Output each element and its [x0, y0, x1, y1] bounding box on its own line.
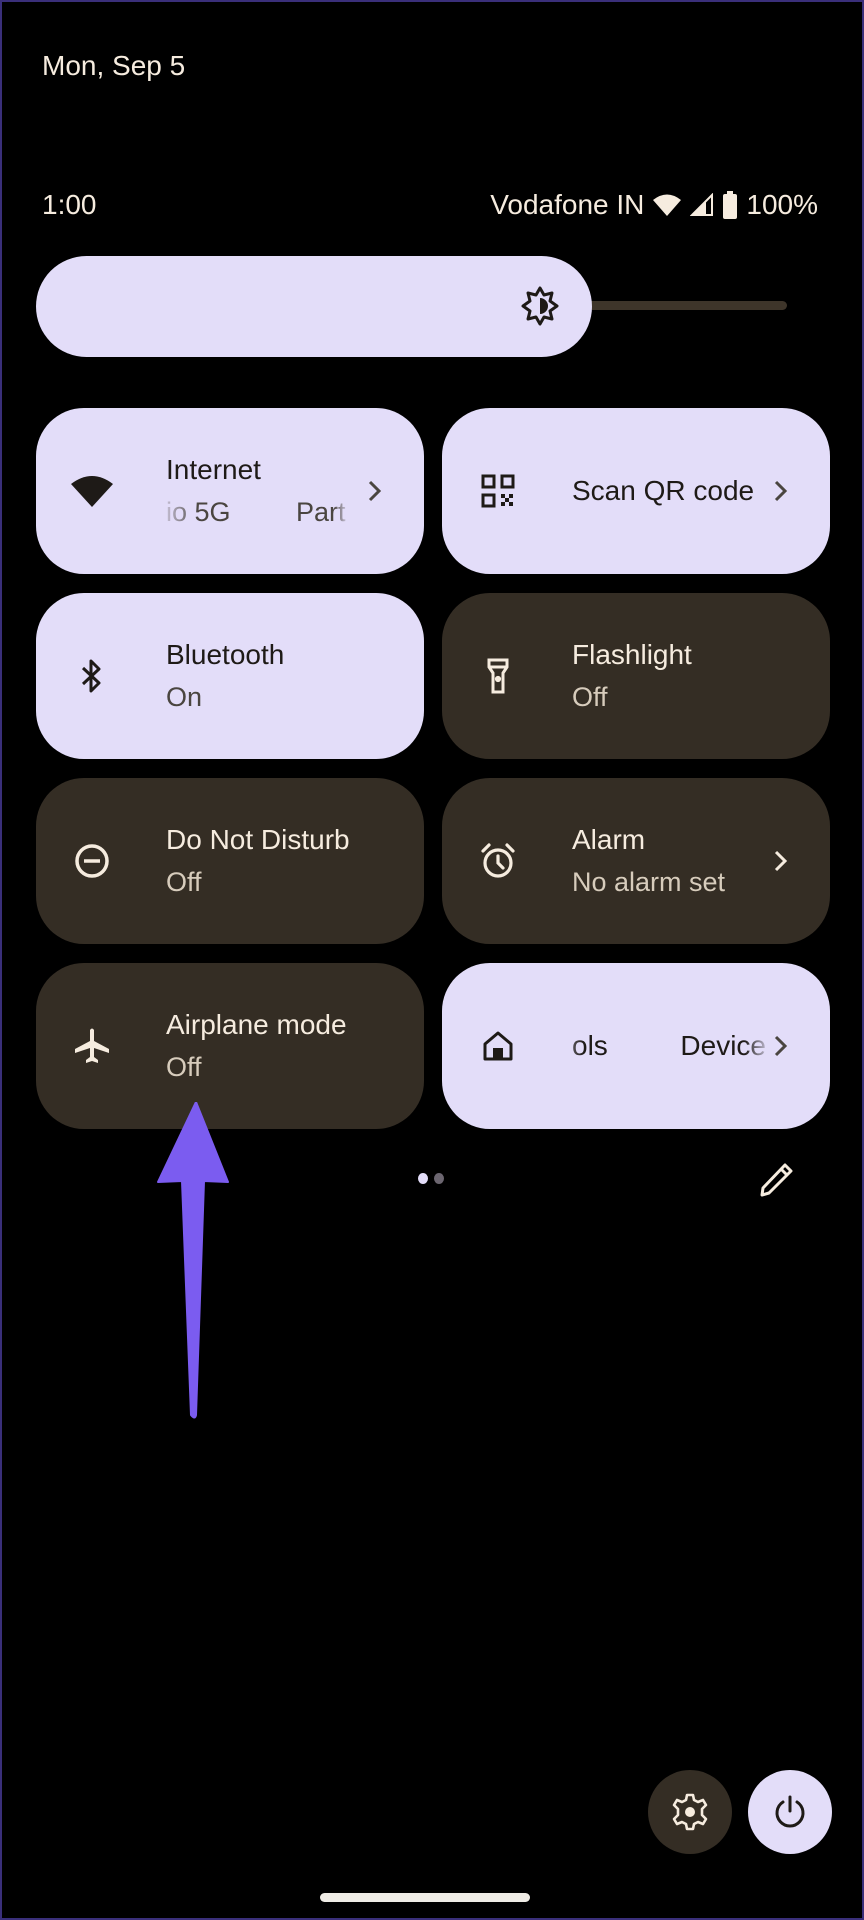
tile-title: Device: [680, 1030, 766, 1061]
wifi-icon: [652, 193, 682, 217]
annotation-arrow: [152, 1101, 232, 1422]
do-not-disturb-icon: [70, 839, 114, 883]
home-gesture-handle[interactable]: [320, 1893, 530, 1902]
tile-alarm[interactable]: Alarm No alarm set: [442, 778, 830, 944]
airplane-icon: [70, 1024, 114, 1068]
tile-title: Scan QR code: [572, 475, 755, 506]
home-icon: [476, 1024, 520, 1068]
tile-bluetooth[interactable]: Bluetooth On: [36, 593, 424, 759]
edit-button[interactable]: [758, 1162, 794, 1198]
tile-do-not-disturb[interactable]: Do Not Disturb Off: [36, 778, 424, 944]
page-dot-active: [418, 1173, 428, 1184]
brightness-slider[interactable]: [36, 256, 592, 357]
brightness-icon: [520, 286, 560, 326]
tile-scan-qr[interactable]: Scan QR code: [442, 408, 830, 574]
chevron-right-icon: [766, 846, 796, 876]
clock: 1:00: [42, 189, 97, 220]
pencil-icon: [760, 1163, 793, 1197]
power-icon: [775, 1795, 805, 1828]
tile-title: Bluetooth: [166, 639, 285, 670]
flashlight-icon: [476, 654, 520, 698]
cell-signal-icon: [690, 193, 714, 217]
tile-internet[interactable]: Internet io 5G Part: [36, 408, 424, 574]
tile-subtitle: No alarm set: [572, 867, 726, 897]
tile-subtitle: Off: [572, 682, 608, 712]
tile-subtitle: Off: [166, 1052, 202, 1082]
battery-icon: [722, 191, 738, 219]
battery-percent: 100%: [746, 189, 818, 220]
tile-device-controls[interactable]: ols Device: [442, 963, 830, 1129]
tile-subtitle-network: io 5G: [166, 497, 231, 527]
bluetooth-icon: [70, 654, 114, 698]
power-button[interactable]: [748, 1770, 832, 1854]
tile-subtitle: Off: [166, 867, 202, 897]
tile-title: Flashlight: [572, 639, 692, 670]
tile-subtitle: On: [166, 682, 203, 712]
wifi-icon: [70, 469, 114, 513]
gear-icon: [672, 1793, 708, 1831]
date-label: Mon, Sep 5: [42, 50, 186, 81]
chevron-right-icon: [360, 476, 390, 506]
status-bar: Vodafone IN 100%: [490, 189, 818, 221]
tile-title: Airplane mode: [166, 1009, 347, 1040]
page-dot: [434, 1173, 444, 1184]
brightness-slider-track[interactable]: [582, 301, 787, 310]
carrier-label: Vodafone IN: [490, 189, 645, 220]
alarm-icon: [476, 839, 520, 883]
tile-title: Internet: [166, 454, 261, 485]
tile-subtitle-status: Part: [296, 497, 346, 527]
tile-title-scrolled: ols: [572, 1030, 608, 1061]
chevron-right-icon: [766, 476, 796, 506]
chevron-right-icon: [766, 1031, 796, 1061]
tile-flashlight[interactable]: Flashlight Off: [442, 593, 830, 759]
settings-button[interactable]: [648, 1770, 732, 1854]
tile-title: Do Not Disturb: [166, 824, 350, 855]
tile-title: Alarm: [572, 824, 646, 855]
qr-code-icon: [476, 469, 520, 513]
page-indicator: [418, 1173, 444, 1184]
